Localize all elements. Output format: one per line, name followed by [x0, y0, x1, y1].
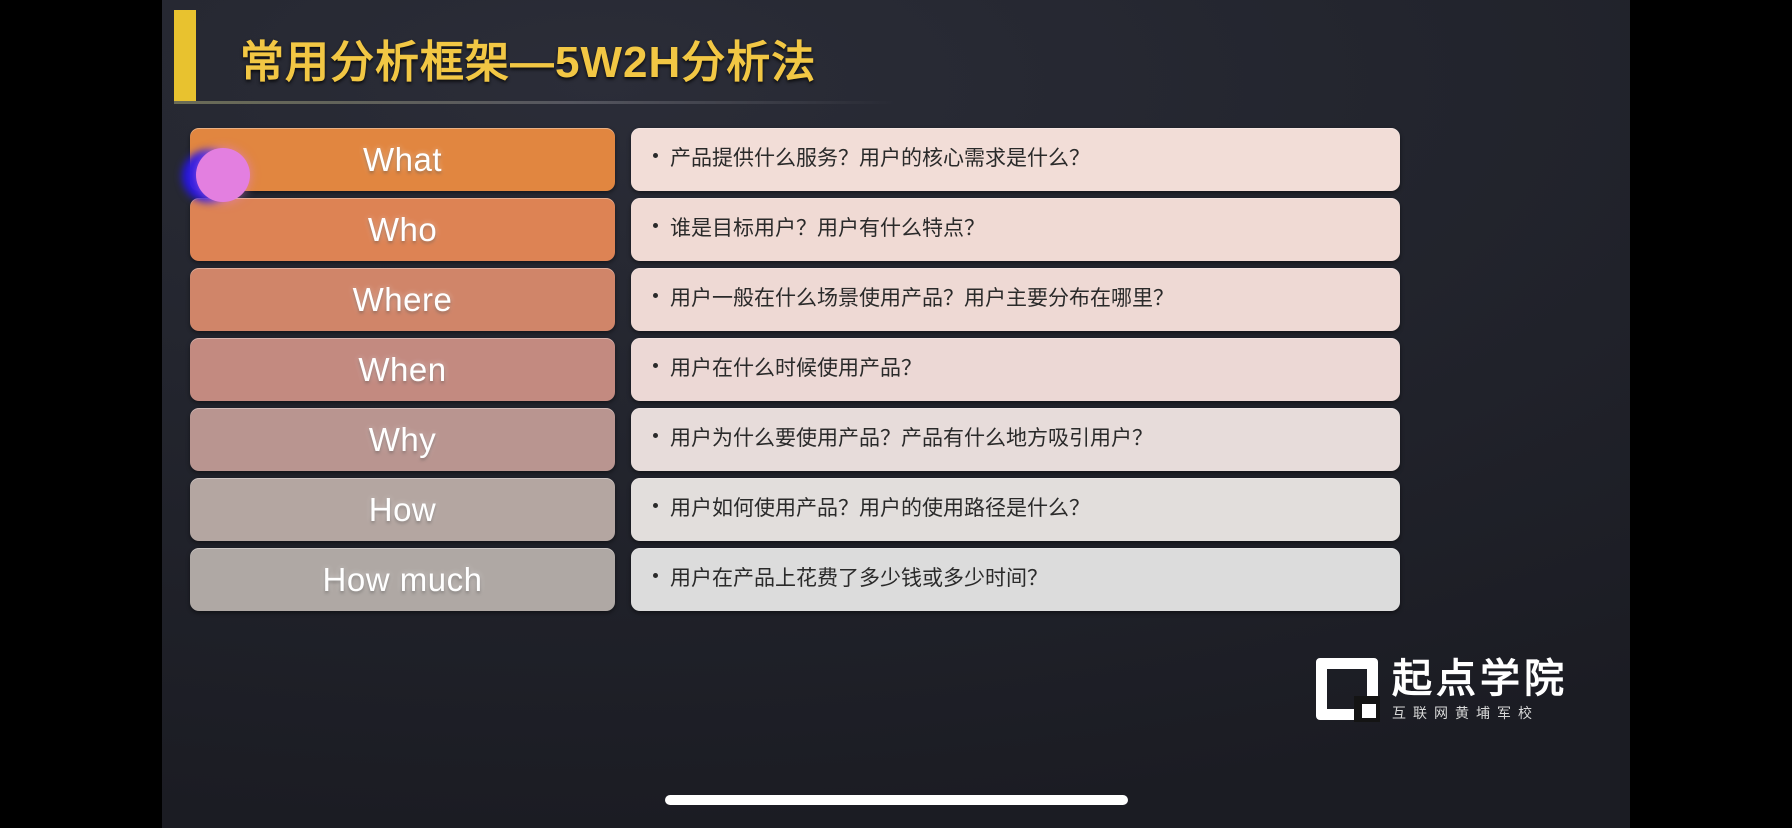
row-description-why: 用户为什么要使用产品？产品有什么地方吸引用户？ — [631, 408, 1400, 471]
row-key-label: How much — [322, 560, 483, 598]
row-key-what[interactable]: What — [190, 128, 615, 191]
row-description-value: 用户如何使用产品？用户的使用路径是什么？ — [670, 497, 1090, 521]
logo-text-block: 起点学院 互联网黄埔军校 — [1392, 659, 1568, 720]
row-description-text: 用户为什么要使用产品？产品有什么地方吸引用户？ — [653, 425, 1153, 453]
bullet-icon — [653, 153, 658, 159]
row-key-where[interactable]: Where — [190, 268, 615, 331]
table-row[interactable]: What 产品提供什么服务？用户的核心需求是什么？ — [190, 128, 1400, 191]
row-spacer — [615, 408, 631, 471]
bullet-icon — [653, 433, 658, 439]
logo-name: 起点学院 — [1392, 657, 1568, 701]
table-row[interactable]: When 用户在什么时候使用产品？ — [190, 338, 1400, 401]
row-spacer — [615, 548, 631, 611]
row-description-where: 用户一般在什么场景使用产品？用户主要分布在哪里？ — [631, 268, 1400, 331]
logo-subtitle: 互联网黄埔军校 — [1392, 705, 1539, 721]
row-description-text: 产品提供什么服务？用户的核心需求是什么？ — [653, 145, 1090, 173]
row-spacer — [615, 268, 631, 331]
row-spacer — [615, 478, 631, 541]
row-description-value: 用户在什么时候使用产品？ — [670, 357, 922, 381]
row-spacer — [615, 198, 631, 261]
title-accent-bar — [174, 10, 196, 102]
row-spacer — [615, 338, 631, 401]
bullet-icon — [653, 293, 658, 299]
table-row[interactable]: Why 用户为什么要使用产品？产品有什么地方吸引用户？ — [190, 408, 1400, 471]
row-description-who: 谁是目标用户？用户有什么特点？ — [631, 198, 1400, 261]
row-key-label: When — [358, 350, 447, 388]
row-description-text: 谁是目标用户？用户有什么特点？ — [653, 215, 985, 243]
table-row[interactable]: Who 谁是目标用户？用户有什么特点？ — [190, 198, 1400, 261]
bullet-icon — [653, 223, 658, 229]
row-description-text: 用户在产品上花费了多少钱或多少时间？ — [653, 565, 1048, 593]
row-description-what: 产品提供什么服务？用户的核心需求是什么？ — [631, 128, 1400, 191]
logo-mark-icon — [1316, 658, 1380, 722]
row-description-when: 用户在什么时候使用产品？ — [631, 338, 1400, 401]
row-key-label: What — [362, 140, 443, 178]
row-description-text: 用户一般在什么场景使用产品？用户主要分布在哪里？ — [653, 285, 1174, 313]
touch-pointer-icon — [196, 148, 250, 202]
letterbox-right — [1630, 0, 1792, 828]
letterbox-left — [0, 0, 162, 828]
row-key-when[interactable]: When — [190, 338, 615, 401]
row-key-label: Who — [367, 210, 438, 248]
brand-logo: 起点学院 互联网黄埔军校 — [1316, 658, 1568, 722]
row-description-value: 用户在产品上花费了多少钱或多少时间？ — [670, 567, 1048, 591]
row-description-value: 用户为什么要使用产品？产品有什么地方吸引用户？ — [670, 427, 1153, 451]
table-row[interactable]: Where 用户一般在什么场景使用产品？用户主要分布在哪里？ — [190, 268, 1400, 331]
row-description-text: 用户在什么时候使用产品？ — [653, 355, 922, 383]
row-key-why[interactable]: Why — [190, 408, 615, 471]
row-key-label: Where — [352, 280, 453, 318]
row-description-value: 谁是目标用户？用户有什么特点？ — [670, 217, 985, 241]
title-divider — [174, 101, 896, 104]
row-description-how-much: 用户在产品上花费了多少钱或多少时间？ — [631, 548, 1400, 611]
row-description-how: 用户如何使用产品？用户的使用路径是什么？ — [631, 478, 1400, 541]
bullet-icon — [653, 363, 658, 369]
logo-tail — [1362, 704, 1376, 718]
row-key-how-much[interactable]: How much — [190, 548, 615, 611]
framework-table: What 产品提供什么服务？用户的核心需求是什么？ Who 谁是目标用户？用户有… — [190, 128, 1400, 611]
row-description-value: 用户一般在什么场景使用产品？用户主要分布在哪里？ — [670, 287, 1174, 311]
row-key-how[interactable]: How — [190, 478, 615, 541]
home-indicator[interactable] — [665, 795, 1128, 805]
bullet-icon — [653, 573, 658, 579]
presentation-slide[interactable]: 常用分析框架—5W2H分析法 What 产品提供什么服务？用户的核心需求是什么？… — [160, 0, 1630, 828]
row-key-label: How — [368, 490, 437, 528]
page-title: 常用分析框架—5W2H分析法 — [240, 38, 817, 87]
row-description-value: 产品提供什么服务？用户的核心需求是什么？ — [670, 147, 1090, 171]
row-description-text: 用户如何使用产品？用户的使用路径是什么？ — [653, 495, 1090, 523]
table-row[interactable]: How 用户如何使用产品？用户的使用路径是什么？ — [190, 478, 1400, 541]
row-key-who[interactable]: Who — [190, 198, 615, 261]
bullet-icon — [653, 503, 658, 509]
table-row[interactable]: How much 用户在产品上花费了多少钱或多少时间？ — [190, 548, 1400, 611]
row-spacer — [615, 128, 631, 191]
video-player-screen: 常用分析框架—5W2H分析法 What 产品提供什么服务？用户的核心需求是什么？… — [0, 0, 1792, 828]
row-key-label: Why — [368, 420, 437, 458]
